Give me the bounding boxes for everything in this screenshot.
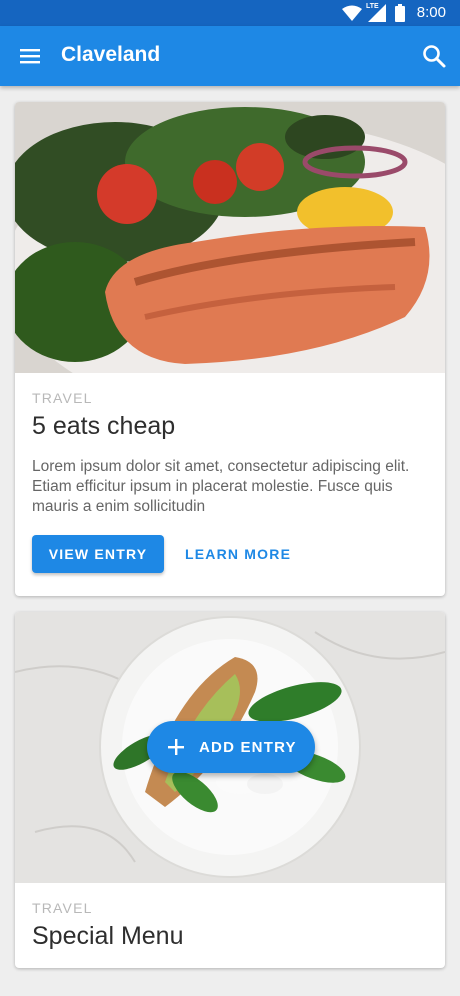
entry-card: TRAVEL Special Menu xyxy=(15,612,445,968)
card-image xyxy=(15,102,445,373)
plus-icon xyxy=(168,739,184,755)
view-entry-button[interactable]: VIEW ENTRY xyxy=(32,535,164,573)
card-description: Lorem ipsum dolor sit amet, consectetur … xyxy=(32,458,410,515)
add-entry-button[interactable]: ADD ENTRY xyxy=(147,721,315,773)
search-icon[interactable] xyxy=(421,43,447,69)
card-title: Special Menu xyxy=(32,922,184,950)
cell-signal-icon xyxy=(368,4,386,22)
menu-icon[interactable] xyxy=(18,44,42,68)
card-category: TRAVEL xyxy=(32,390,93,406)
app-bar: Claveland xyxy=(0,26,460,86)
app-title: Claveland xyxy=(61,43,161,66)
card-category: TRAVEL xyxy=(32,900,93,916)
wifi-icon xyxy=(342,5,362,21)
status-bar: LTE 8:00 xyxy=(0,0,460,26)
entry-card: TRAVEL 5 eats cheap Lorem ipsum dolor si… xyxy=(15,102,445,596)
learn-more-button[interactable]: LEARN MORE xyxy=(181,535,295,573)
clock: 8:00 xyxy=(416,4,446,21)
battery-icon xyxy=(395,4,405,22)
add-entry-label: ADD ENTRY xyxy=(199,738,297,756)
card-title: 5 eats cheap xyxy=(32,412,176,440)
